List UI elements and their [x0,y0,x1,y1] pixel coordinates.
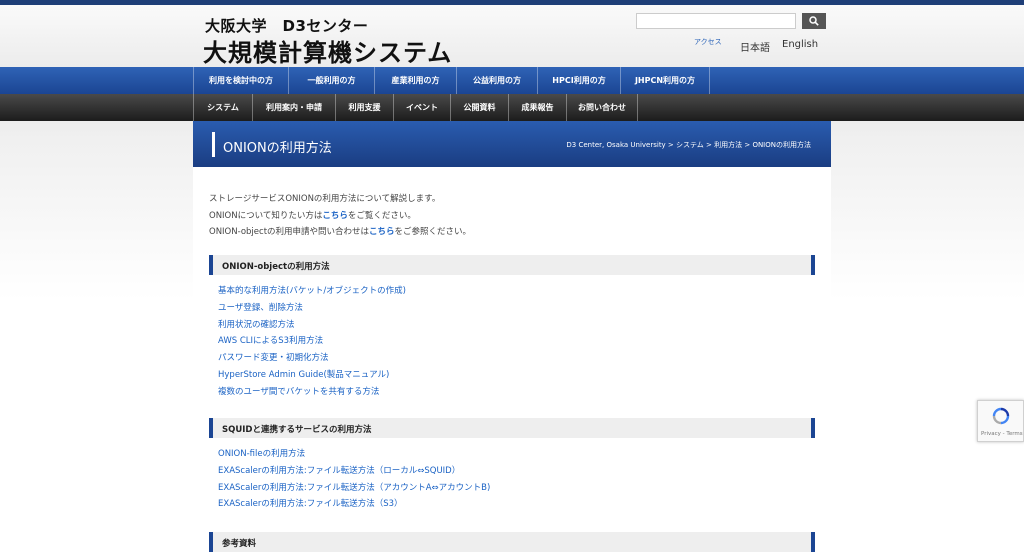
primary-nav: 利用を検討中の方 一般利用の方 産業利用の方 公益利用の方 HPCI利用の方 JHPCN利… [0,67,1024,94]
primary-item-2[interactable]: 産業利用の方 [375,67,457,94]
secondary-item-4[interactable]: 公開資料 [451,94,509,121]
list-item[interactable]: HyperStore Admin Guide(製品マニュアル) [218,367,406,384]
section-header-squid: SQUIDと連携するサービスの利用方法 [209,418,815,438]
logo-title[interactable]: 大規模計算機システム [203,33,452,68]
search-icon [809,16,819,26]
list-item[interactable]: ONION-fileの利用方法 [218,446,490,463]
primary-item-5[interactable]: JHPCN利用の方 [621,67,710,94]
list-item[interactable]: EXAScalerの利用方法:ファイル転送方法（S3） [218,496,490,513]
japanese-link[interactable]: 日本語 [740,39,770,54]
about-onion-link[interactable]: こちら [322,211,348,221]
list-item[interactable]: EXAScalerの利用方法:ファイル転送方法（ローカル⇔SQUID） [218,463,490,480]
breadcrumb[interactable]: D3 Center, Osaka University > システム > 利用方… [566,140,811,150]
intro-line-1: ストレージサービスONIONの利用方法について解説します。 [209,194,441,204]
secondary-item-0[interactable]: システム [193,94,253,121]
site-header: 大阪大学 D3センター 大規模計算機システム アクセス 日本語 English [0,5,1024,67]
intro-line-3: ONION-objectの利用申請や問い合わせはこちらをご参照ください。 [209,227,472,237]
content-panel: ONIONの利用方法 D3 Center, Osaka University >… [193,121,831,556]
secondary-item-5[interactable]: 成果報告 [509,94,567,121]
access-link[interactable]: アクセス [694,37,722,47]
page-title: ONIONの利用方法 [223,141,332,156]
recaptcha-badge[interactable]: Privacy - Terms [977,400,1024,442]
onion-object-links: 基本的な利用方法(バケット/オブジェクトの作成) ユーザ登録、削除方法 利用状況の確… [218,283,406,401]
section-header-references: 参考資料 [209,532,815,552]
section-header-onion-object: ONION-objectの利用方法 [209,255,815,275]
list-item[interactable]: 基本的な利用方法(バケット/オブジェクトの作成) [218,283,406,300]
primary-nav-row: 利用を検討中の方 一般利用の方 産業利用の方 公益利用の方 HPCI利用の方 JHPCN利… [193,67,710,94]
intro-text: ストレージサービスONIONの利用方法について解説します。 ONIONについて知… [209,191,471,241]
recaptcha-caption[interactable]: Privacy - Terms [981,431,1023,437]
primary-item-0[interactable]: 利用を検討中の方 [193,67,289,94]
secondary-item-6[interactable]: お問い合わせ [567,94,638,121]
search-input[interactable] [636,13,796,29]
application-link[interactable]: こちら [369,227,395,237]
secondary-item-1[interactable]: 利用案内・申請 [253,94,336,121]
list-item[interactable]: 複数のユーザ間でバケットを共有する方法 [218,384,406,401]
english-link[interactable]: English [782,39,818,50]
primary-item-3[interactable]: 公益利用の方 [457,67,538,94]
primary-item-1[interactable]: 一般利用の方 [289,67,375,94]
secondary-item-2[interactable]: 利用支援 [336,94,394,121]
title-accent [212,132,215,157]
squid-service-links: ONION-fileの利用方法 EXAScalerの利用方法:ファイル転送方法（ロ… [218,446,490,513]
title-bar: ONIONの利用方法 D3 Center, Osaka University >… [193,121,831,167]
recaptcha-icon [992,407,1010,425]
secondary-nav-row: システム 利用案内・申請 利用支援 イベント 公開資料 成果報告 お問い合わせ [193,94,638,121]
search-button[interactable] [802,13,826,29]
primary-item-4[interactable]: HPCI利用の方 [538,67,621,94]
list-item[interactable]: パスワード変更・初期化方法 [218,350,406,367]
secondary-item-3[interactable]: イベント [394,94,451,121]
list-item[interactable]: EXAScalerの利用方法:ファイル転送方法（アカウントA⇔アカウントB) [218,480,490,497]
list-item[interactable]: ユーザ登録、削除方法 [218,300,406,317]
secondary-nav: システム 利用案内・申請 利用支援 イベント 公開資料 成果報告 お問い合わせ [0,94,1024,121]
list-item[interactable]: AWS CLIによるS3利用方法 [218,333,406,350]
intro-line-2: ONIONについて知りたい方はこちらをご覧ください。 [209,210,416,221]
list-item[interactable]: 利用状況の確認方法 [218,317,406,334]
